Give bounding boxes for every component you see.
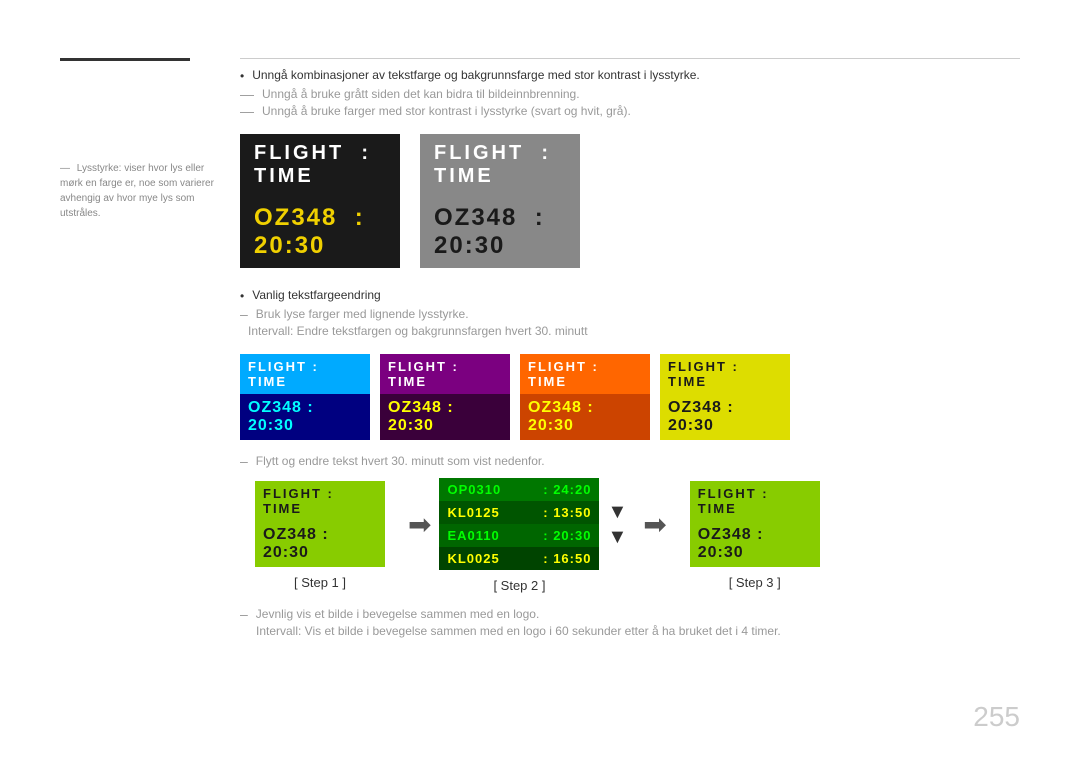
dash-item-1: — Unngå å bruke grått siden det kan bidr… — [240, 87, 1020, 101]
flight-card-gray-header: FLIGHT : TIME — [420, 134, 580, 196]
step2-row-3: EA0110: 20:30 — [439, 524, 599, 547]
step3-card-info: OZ348 : 20:30 — [690, 521, 820, 567]
dash-item-2: — Unngå å bruke farger med stor kontrast… — [240, 104, 1020, 118]
step3-card: FLIGHT : TIME OZ348 : 20:30 — [690, 481, 820, 567]
sidebar-accent-line — [60, 58, 190, 61]
small-card-blue: FLIGHT : TIME OZ348 : 20:30 — [240, 354, 370, 440]
flight-card-dark: FLIGHT : TIME OZ348 : 20:30 — [240, 134, 400, 268]
step2-row-4: KL0025: 16:50 — [439, 547, 599, 570]
small-card-yellow-header: FLIGHT : TIME — [660, 354, 790, 394]
flight-card-dark-header: FLIGHT : TIME — [240, 134, 400, 196]
small-card-purple-info: OZ348 : 20:30 — [380, 394, 510, 440]
double-down-arrows: ▼ ▼ — [607, 501, 627, 549]
bottom-note-1: – Jevnlig vis et bilde i bevegelse samme… — [240, 607, 1020, 621]
top-divider — [240, 58, 1020, 59]
small-cards-section: FLIGHT : TIME OZ348 : 20:30 FLIGHT : TIM… — [240, 354, 1020, 440]
small-card-yellow: FLIGHT : TIME OZ348 : 20:30 — [660, 354, 790, 440]
vanlig-dash-2: Intervall: Endre tekstfargen og bakgrunn… — [240, 324, 1020, 338]
step-3-item: FLIGHT : TIME OZ348 : 20:30 [ Step 3 ] — [675, 481, 835, 590]
large-flight-displays: FLIGHT : TIME OZ348 : 20:30 FLIGHT : TIM… — [240, 134, 1020, 268]
small-card-blue-info: OZ348 : 20:30 — [240, 394, 370, 440]
small-card-orange-header: FLIGHT : TIME — [520, 354, 650, 394]
vanlig-bullet: • — [240, 289, 244, 303]
flight-card-gray-info: OZ348 : 20:30 — [420, 196, 580, 268]
small-card-orange: FLIGHT : TIME OZ348 : 20:30 — [520, 354, 650, 440]
dash-icon-1: — — [240, 87, 254, 101]
bottom-dash-1: – — [240, 607, 248, 621]
step2-multicard: OP0310: 24:20 KL0125: 13:50 EA0110: 20:3… — [439, 478, 599, 570]
arrow-right-1: ➡ — [408, 508, 431, 541]
small-card-orange-info: OZ348 : 20:30 — [520, 394, 650, 440]
vanlig-main: • Vanlig tekstfargeendring — [240, 288, 1020, 303]
main-content: • Unngå kombinasjoner av tekstfarge og b… — [240, 68, 1020, 641]
step-1-item: FLIGHT : TIME OZ348 : 20:30 [ Step 1 ] — [240, 481, 400, 590]
bullet-section: • Unngå kombinasjoner av tekstfarge og b… — [240, 68, 1020, 118]
step1-card-info: OZ348 : 20:30 — [255, 521, 385, 567]
sidebar: — Lysstyrke: viser hvor lys eller mørk e… — [60, 58, 220, 221]
small-card-yellow-info: OZ348 : 20:30 — [660, 394, 790, 440]
bullet-main: • Unngå kombinasjoner av tekstfarge og b… — [240, 68, 1020, 83]
bullet-icon: • — [240, 69, 244, 83]
vanlig-section: • Vanlig tekstfargeendring – Bruk lyse f… — [240, 288, 1020, 338]
page-container: — Lysstyrke: viser hvor lys eller mørk e… — [0, 0, 1080, 763]
step2-row-1: OP0310: 24:20 — [439, 478, 599, 501]
vanlig-dash-1: – Bruk lyse farger med lignende lysstyrk… — [240, 307, 1020, 321]
steps-section: FLIGHT : TIME OZ348 : 20:30 [ Step 1 ] ➡… — [240, 478, 1020, 593]
step-2-label: [ Step 2 ] — [493, 578, 545, 593]
flight-card-dark-info: OZ348 : 20:30 — [240, 196, 400, 268]
dash-icon-2: — — [240, 104, 254, 118]
sidebar-note: — Lysstyrke: viser hvor lys eller mørk e… — [60, 161, 220, 221]
scroll-note: – Flytt og endre tekst hvert 30. minutt … — [240, 454, 1020, 468]
small-card-purple-header: FLIGHT : TIME — [380, 354, 510, 394]
vanlig-dash-icon-1: – — [240, 307, 248, 321]
step2-row-2: KL0125: 13:50 — [439, 501, 599, 524]
step-1-label: [ Step 1 ] — [294, 575, 346, 590]
step-2-item: OP0310: 24:20 KL0125: 13:50 EA0110: 20:3… — [439, 478, 599, 593]
bottom-notes: – Jevnlig vis et bilde i bevegelse samme… — [240, 607, 1020, 638]
step1-card: FLIGHT : TIME OZ348 : 20:30 — [255, 481, 385, 567]
step3-card-header: FLIGHT : TIME — [690, 481, 820, 521]
scroll-dash-icon: – — [240, 454, 248, 468]
small-card-blue-header: FLIGHT : TIME — [240, 354, 370, 394]
small-card-purple: FLIGHT : TIME OZ348 : 20:30 — [380, 354, 510, 440]
step1-card-header: FLIGHT : TIME — [255, 481, 385, 521]
bottom-note-2: Intervall: Vis et bilde i bevegelse samm… — [240, 624, 1020, 638]
flight-card-gray: FLIGHT : TIME OZ348 : 20:30 — [420, 134, 580, 268]
arrow-right-2: ➡ — [643, 508, 666, 541]
page-number: 255 — [973, 701, 1020, 733]
step-3-label: [ Step 3 ] — [729, 575, 781, 590]
